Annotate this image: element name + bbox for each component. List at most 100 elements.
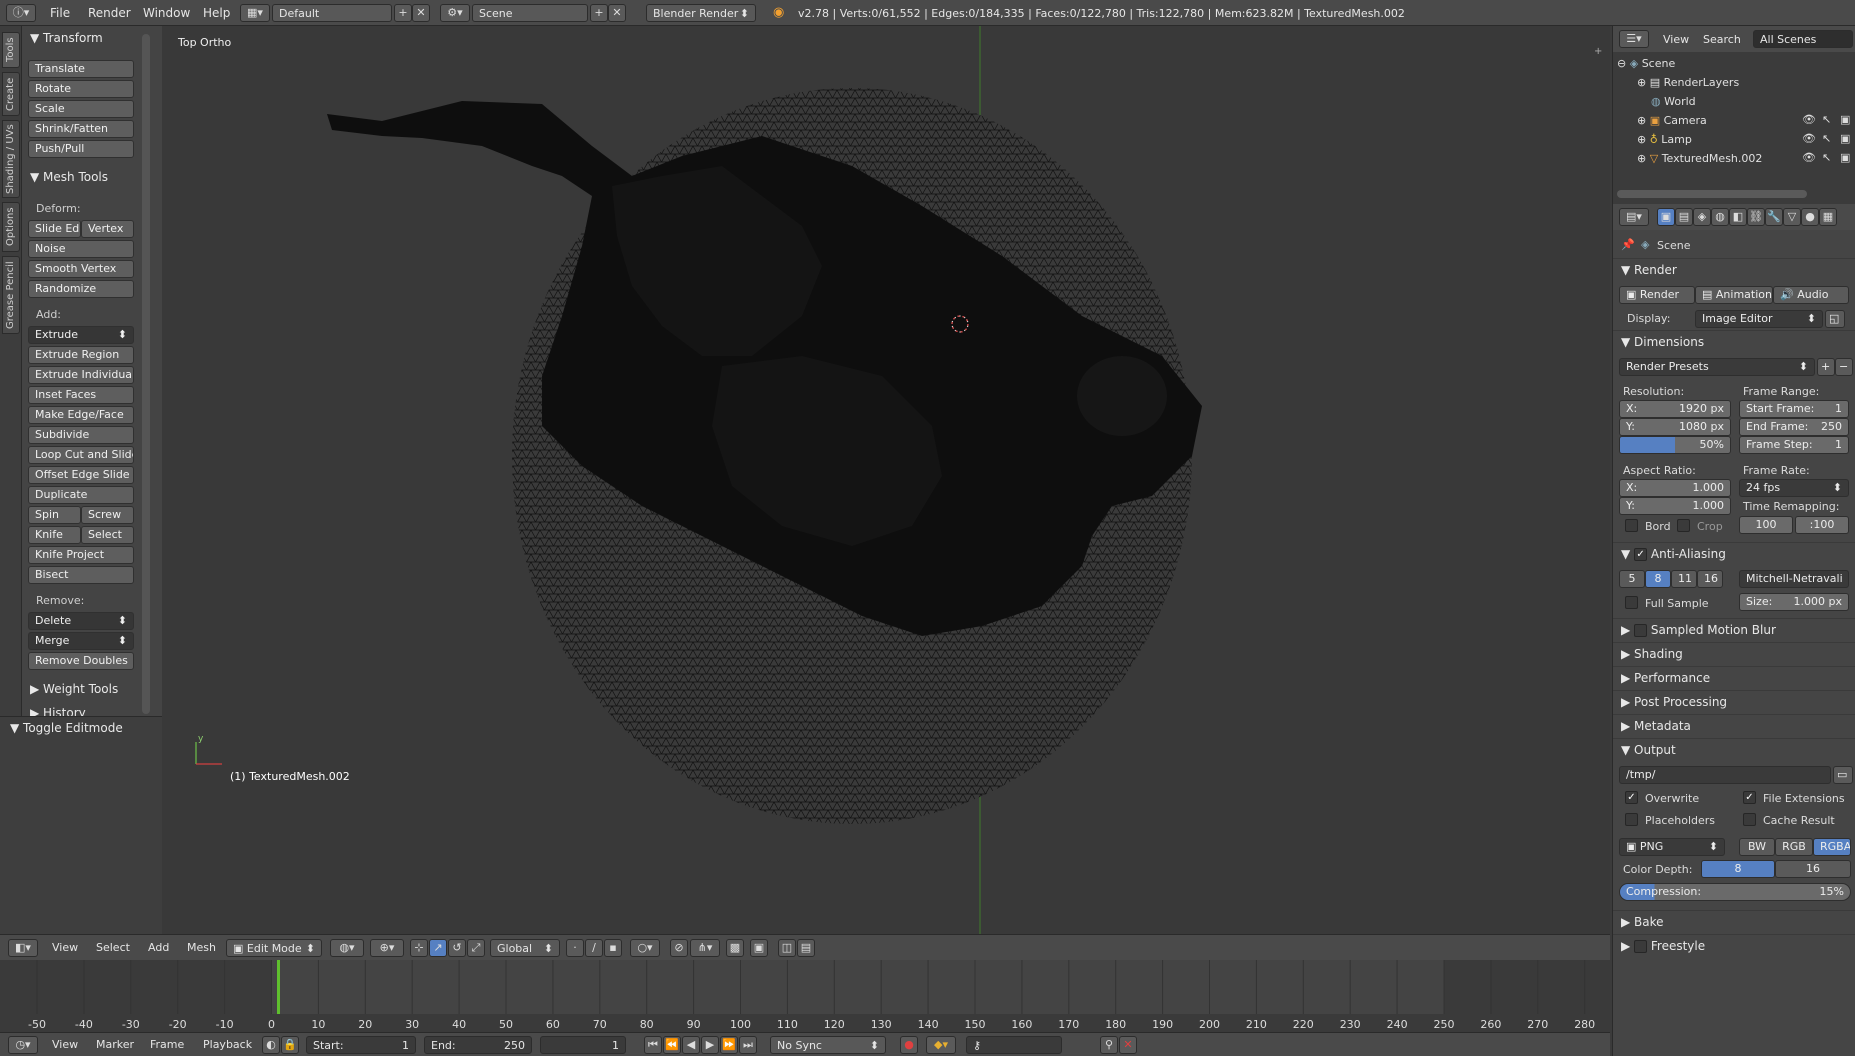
visibility-eye-icon[interactable]: 👁: [1802, 151, 1816, 164]
knife-select-button[interactable]: Select: [81, 526, 134, 544]
start-frame-field[interactable]: Start: 1: [306, 1036, 416, 1054]
vertex-select-icon[interactable]: ·: [566, 939, 584, 957]
tab-grease-pencil[interactable]: Grease Pencil: [2, 256, 20, 334]
scene-context-icon[interactable]: ◈: [1693, 208, 1711, 226]
lock-interface-icon[interactable]: ◱: [1825, 310, 1845, 328]
scene-icon[interactable]: ⚙▾: [440, 4, 470, 22]
metadata-panel-header[interactable]: ▶ Metadata: [1613, 714, 1855, 738]
cache-result-checkbox[interactable]: [1743, 813, 1756, 826]
jump-keyframe-back-icon[interactable]: ⏪: [663, 1036, 681, 1054]
placeholders-checkbox[interactable]: [1625, 813, 1638, 826]
translate-button[interactable]: Translate: [28, 60, 134, 78]
renderability-camera-icon[interactable]: ▣: [1840, 113, 1850, 126]
tab-options[interactable]: Options: [2, 202, 20, 252]
texture-context-icon[interactable]: ▦: [1819, 208, 1837, 226]
offset-edge-slide-button[interactable]: Offset Edge Slide: [28, 466, 134, 484]
tab-create[interactable]: Create: [2, 72, 20, 116]
rotate-button[interactable]: Rotate: [28, 80, 134, 98]
aspect-y-field[interactable]: Y: 1.000: [1619, 497, 1731, 515]
editor-type-icon[interactable]: ⓘ▾: [6, 4, 36, 22]
aa-samples-16[interactable]: 16: [1697, 570, 1723, 588]
add-scene-icon[interactable]: +: [590, 4, 608, 22]
jump-keyframe-forward-icon[interactable]: ⏩: [720, 1036, 738, 1054]
menu-window[interactable]: Window: [143, 6, 190, 20]
render-button[interactable]: ▣ Render: [1619, 286, 1695, 304]
knife-project-button[interactable]: Knife Project: [28, 546, 134, 564]
active-keying-set-field[interactable]: ⚷: [966, 1036, 1062, 1054]
remap-old-field[interactable]: 100: [1739, 516, 1793, 534]
animation-button[interactable]: ▤ Animation: [1695, 286, 1773, 304]
audio-button[interactable]: 🔊 Audio: [1773, 286, 1849, 304]
proportional-edit-icon[interactable]: ○▾: [630, 939, 660, 957]
compression-slider[interactable]: Compression: 15%: [1619, 883, 1851, 901]
render-presets-select[interactable]: Render Presets ⬍: [1619, 358, 1815, 376]
menu-view[interactable]: View: [52, 941, 78, 954]
remove-scene-icon[interactable]: ✕: [608, 4, 626, 22]
menu-file[interactable]: File: [50, 6, 70, 20]
bisect-button[interactable]: Bisect: [28, 566, 134, 584]
resolution-x-field[interactable]: X: 1920 px: [1619, 400, 1731, 418]
aa-samples-11[interactable]: 11: [1671, 570, 1697, 588]
renderability-camera-icon[interactable]: ▣: [1840, 151, 1850, 164]
aa-samples-5[interactable]: 5: [1619, 570, 1645, 588]
freestyle-checkbox[interactable]: [1634, 940, 1648, 953]
manipulator-toggle-icon[interactable]: ⊹: [410, 939, 428, 957]
mesh-tools-panel-header[interactable]: ▼ Mesh Tools: [30, 170, 108, 184]
tab-tools[interactable]: Tools: [2, 32, 20, 68]
make-edge-face-button[interactable]: Make Edge/Face: [28, 406, 134, 424]
motion-blur-checkbox[interactable]: [1634, 624, 1648, 637]
modifiers-context-icon[interactable]: 🔧: [1765, 208, 1783, 226]
color-rgba-button[interactable]: RGBA: [1813, 838, 1851, 856]
play-icon[interactable]: ▶: [701, 1036, 719, 1054]
smooth-vertex-button[interactable]: Smooth Vertex: [28, 260, 134, 278]
color-depth-16-button[interactable]: 16: [1775, 860, 1851, 878]
jump-end-icon[interactable]: ⏭: [739, 1036, 757, 1054]
sync-select[interactable]: No Sync ⬍: [770, 1036, 886, 1054]
outliner-row-lamp[interactable]: ⊕ ♁ Lamp: [1613, 130, 1855, 149]
viewport-shading-icon[interactable]: ◍▾: [330, 939, 364, 957]
constraints-context-icon[interactable]: ⛓: [1747, 208, 1765, 226]
editor-type-properties-icon[interactable]: ▤▾: [1619, 208, 1649, 226]
screw-button[interactable]: Screw: [81, 506, 134, 524]
remap-new-field[interactable]: :100: [1795, 516, 1849, 534]
border-checkbox[interactable]: [1625, 519, 1638, 532]
editor-type-timeline-icon[interactable]: ◷▾: [8, 1036, 38, 1054]
menu-select[interactable]: Select: [96, 941, 130, 954]
preview-range-icon[interactable]: ◐: [262, 1036, 280, 1054]
delete-dropdown[interactable]: Delete ⬍: [28, 612, 134, 630]
merge-dropdown[interactable]: Merge ⬍: [28, 632, 134, 650]
data-context-icon[interactable]: ▽: [1783, 208, 1801, 226]
scale-button[interactable]: Scale: [28, 100, 134, 118]
output-path-field[interactable]: /tmp/: [1619, 766, 1831, 784]
record-icon[interactable]: ●: [900, 1036, 918, 1054]
snap-toggle-icon[interactable]: ⊘: [670, 939, 688, 957]
timeline-area[interactable]: -50 -40 -30 -20 -10 0 10 20 30 40 50 60 70 80 90 100 110…: [0, 960, 1610, 1032]
menu-mesh[interactable]: Mesh: [187, 941, 216, 954]
outliner-row-scene[interactable]: ⊖ ◈ Scene: [1613, 54, 1855, 73]
renderlayers-context-icon[interactable]: ▤: [1675, 208, 1693, 226]
selectability-arrow-icon[interactable]: ↖: [1822, 113, 1831, 126]
visibility-eye-icon[interactable]: 👁: [1802, 113, 1816, 126]
3d-viewport[interactable]: Top Ortho y (1) TexturedMesh.002 +: [162, 26, 1610, 934]
menu-playback[interactable]: Playback: [203, 1038, 252, 1051]
rotate-manipulator-icon[interactable]: ↺: [448, 939, 466, 957]
play-reverse-icon[interactable]: ◀: [682, 1036, 700, 1054]
weight-tools-panel-header[interactable]: ▶ Weight Tools: [30, 682, 118, 696]
menu-outliner-search[interactable]: Search: [1703, 33, 1741, 46]
performance-panel-header[interactable]: ▶ Performance: [1613, 666, 1855, 690]
remove-preset-icon[interactable]: −: [1835, 358, 1853, 376]
aa-samples-8[interactable]: 8: [1645, 570, 1671, 588]
add-preset-icon[interactable]: +: [1817, 358, 1835, 376]
motion-blur-panel-header[interactable]: ▶ Sampled Motion Blur: [1613, 618, 1855, 642]
folder-icon[interactable]: ▭: [1833, 766, 1853, 784]
outliner-row-world[interactable]: ◍ World: [1613, 92, 1855, 111]
editor-type-3d-icon[interactable]: ◧▾: [8, 939, 38, 957]
keying-set-icon[interactable]: ◆▾: [926, 1036, 956, 1054]
render-engine-select[interactable]: Blender Render ⬍: [646, 4, 756, 22]
start-frame-field[interactable]: Start Frame: 1: [1739, 400, 1849, 418]
menu-help[interactable]: Help: [203, 6, 230, 20]
current-frame-field[interactable]: 1: [540, 1036, 626, 1054]
duplicate-button[interactable]: Duplicate: [28, 486, 134, 504]
selectability-arrow-icon[interactable]: ↖: [1822, 151, 1831, 164]
tab-shading-uvs[interactable]: Shading / UVs: [2, 120, 20, 198]
